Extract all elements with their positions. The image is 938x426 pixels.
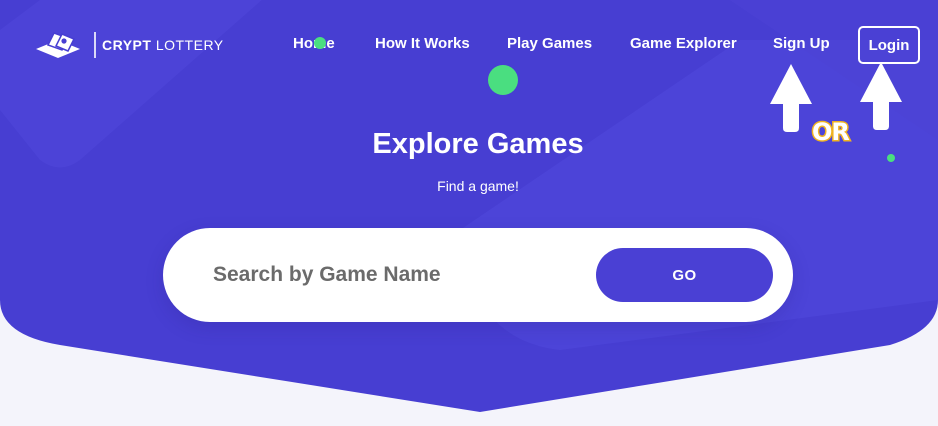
page-subtitle: Find a game! <box>437 178 519 194</box>
lottery-ticket-logo-icon <box>36 32 80 58</box>
search-input[interactable] <box>213 255 593 295</box>
login-button[interactable]: Login <box>858 26 920 64</box>
logo-divider <box>94 32 96 58</box>
up-arrow-icon <box>860 62 902 130</box>
up-arrow-icon <box>770 64 812 132</box>
brand-name-bold: CRYPT <box>102 37 152 53</box>
brand-name: CRYPT LOTTERY <box>102 37 224 53</box>
brand-name-light: LOTTERY <box>155 37 224 53</box>
nav-game-explorer[interactable]: Game Explorer <box>630 35 737 52</box>
nav-sign-up[interactable]: Sign Up <box>773 35 830 52</box>
nav-play-games[interactable]: Play Games <box>507 35 592 52</box>
search-bar: GO <box>163 228 793 322</box>
decorative-green-dot <box>488 65 518 95</box>
go-button[interactable]: GO <box>596 248 773 302</box>
page-title: Explore Games <box>372 128 584 160</box>
nav-how-it-works[interactable]: How It Works <box>375 35 470 52</box>
decorative-green-dot <box>314 37 326 49</box>
brand-logo[interactable]: CRYPT LOTTERY <box>34 29 224 61</box>
